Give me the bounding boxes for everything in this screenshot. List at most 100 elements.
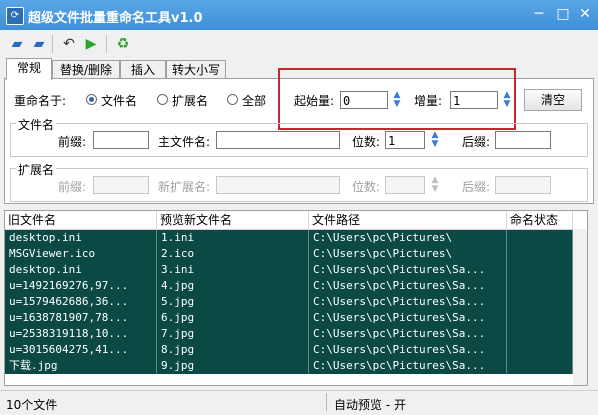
tab-insert[interactable]: 插入 bbox=[120, 60, 166, 79]
table-row[interactable]: desktop.ini 3.ini C:\Users\pc\Pictures\Sa.… bbox=[5, 262, 573, 278]
ext-suffix-label: 后缀: bbox=[462, 180, 491, 194]
app-icon: ⟳ bbox=[6, 7, 24, 25]
radio-all[interactable] bbox=[227, 94, 238, 105]
ext-prefix-input bbox=[93, 176, 149, 194]
column-path[interactable]: 文件路径 bbox=[309, 211, 507, 229]
prefix-label: 前缀: bbox=[58, 135, 87, 149]
toolbar-divider bbox=[106, 35, 107, 53]
table-row[interactable]: u=2538319118,10... 7.jpg C:\Users\pc\Pictu… bbox=[5, 326, 573, 342]
status-bar bbox=[0, 390, 598, 415]
cell-old-name: MSGViewer.ico bbox=[5, 246, 157, 262]
cell-path: C:\Users\pc\Pictures\Sa... bbox=[309, 262, 507, 278]
table-row[interactable]: u=1579462686,36... 5.jpg C:\Users\pc\Pictu… bbox=[5, 294, 573, 310]
new-ext-input bbox=[216, 176, 340, 194]
tab-replace-delete[interactable]: 替换/删除 bbox=[52, 60, 120, 79]
toolbar-divider bbox=[52, 35, 53, 53]
file-list-header: 旧文件名 预览新文件名 文件路径 命名状态 bbox=[5, 211, 587, 230]
cell-new-name: 4.jpg bbox=[157, 278, 309, 294]
cell-path: C:\Users\pc\Pictures\Sa... bbox=[309, 310, 507, 326]
tab-general[interactable]: 常规 bbox=[6, 58, 52, 80]
file-list[interactable]: 旧文件名 预览新文件名 文件路径 命名状态 desktop.ini 1.ini C:… bbox=[4, 210, 588, 386]
recycle-icon[interactable]: ♻ bbox=[114, 36, 132, 52]
ext-digits-spinner: ▲ ▼ bbox=[431, 175, 439, 194]
cell-status bbox=[507, 278, 573, 294]
extension-group-title: 扩展名 bbox=[16, 161, 57, 178]
highlight-box bbox=[278, 68, 516, 130]
cell-path: C:\Users\pc\Pictures\Sa... bbox=[309, 294, 507, 310]
cell-path: C:\Users\pc\Pictures\ bbox=[309, 230, 507, 246]
cell-new-name: 3.ini bbox=[157, 262, 309, 278]
undo-icon[interactable]: ↶ bbox=[60, 36, 78, 52]
cell-status bbox=[507, 310, 573, 326]
table-row[interactable]: u=1492169276,97... 4.jpg C:\Users\pc\Pictu… bbox=[5, 278, 573, 294]
cell-new-name: 9.jpg bbox=[157, 358, 309, 374]
cell-status bbox=[507, 262, 573, 278]
radio-filename[interactable] bbox=[86, 94, 97, 105]
tab-case[interactable]: 转大小写 bbox=[166, 60, 226, 79]
vertical-scrollbar[interactable] bbox=[573, 229, 587, 385]
cell-new-name: 5.jpg bbox=[157, 294, 309, 310]
cell-old-name: u=2538319118,10... bbox=[5, 326, 157, 342]
cell-new-name: 1.ini bbox=[157, 230, 309, 246]
cell-new-name: 8.jpg bbox=[157, 342, 309, 358]
table-row[interactable]: 下载.jpg 9.jpg C:\Users\pc\Pictures\Sa... bbox=[5, 358, 573, 374]
cell-status bbox=[507, 342, 573, 358]
suffix-label: 后缀: bbox=[462, 135, 491, 149]
radio-extension-label[interactable]: 扩展名 bbox=[172, 92, 208, 109]
radio-all-label[interactable]: 全部 bbox=[242, 92, 266, 109]
cell-old-name: desktop.ini bbox=[5, 230, 157, 246]
clear-button[interactable]: 清空 bbox=[524, 89, 582, 111]
cell-path: C:\Users\pc\Pictures\ bbox=[309, 246, 507, 262]
cell-old-name: desktop.ini bbox=[5, 262, 157, 278]
cell-status bbox=[507, 230, 573, 246]
cell-status bbox=[507, 326, 573, 342]
cell-old-name: u=1638781907,78... bbox=[5, 310, 157, 326]
cell-path: C:\Users\pc\Pictures\Sa... bbox=[309, 326, 507, 342]
main-name-label: 主文件名: bbox=[158, 135, 211, 149]
cell-new-name: 7.jpg bbox=[157, 326, 309, 342]
status-separator bbox=[326, 393, 327, 411]
ext-prefix-label: 前缀: bbox=[58, 180, 87, 194]
close-button[interactable]: ✕ bbox=[574, 4, 596, 24]
table-row[interactable]: u=1638781907,78... 6.jpg C:\Users\pc\Pictu… bbox=[5, 310, 573, 326]
suffix-input[interactable] bbox=[495, 131, 551, 149]
radio-filename-label[interactable]: 文件名 bbox=[101, 92, 137, 109]
main-name-input[interactable] bbox=[216, 131, 340, 149]
rename-to-label: 重命名于: bbox=[14, 94, 67, 108]
maximize-button[interactable]: □ bbox=[552, 4, 574, 24]
cell-status bbox=[507, 246, 573, 262]
cell-status bbox=[507, 358, 573, 374]
column-old-name[interactable]: 旧文件名 bbox=[5, 211, 157, 229]
prefix-input[interactable] bbox=[93, 131, 149, 149]
ext-suffix-input bbox=[495, 176, 551, 194]
cell-status bbox=[507, 294, 573, 310]
radio-extension[interactable] bbox=[157, 94, 168, 105]
table-row[interactable]: u=3015604275,41... 8.jpg C:\Users\pc\Pictu… bbox=[5, 342, 573, 358]
auto-preview-status: 自动预览 - 开 bbox=[334, 398, 406, 412]
cell-path: C:\Users\pc\Pictures\Sa... bbox=[309, 342, 507, 358]
filename-group-title: 文件名 bbox=[16, 116, 57, 133]
cell-path: C:\Users\pc\Pictures\Sa... bbox=[309, 278, 507, 294]
run-icon[interactable]: ▶ bbox=[82, 36, 100, 52]
cell-old-name: u=1492169276,97... bbox=[5, 278, 157, 294]
table-row[interactable]: MSGViewer.ico 2.ico C:\Users\pc\Pictures\ bbox=[5, 246, 573, 262]
cell-new-name: 2.ico bbox=[157, 246, 309, 262]
window-title: 超级文件批量重命名工具v1.0 bbox=[28, 11, 203, 26]
open-files-icon[interactable]: ▰ bbox=[30, 36, 48, 52]
cell-old-name: u=1579462686,36... bbox=[5, 294, 157, 310]
new-ext-label: 新扩展名: bbox=[158, 180, 211, 194]
cell-new-name: 6.jpg bbox=[157, 310, 309, 326]
ext-digits-label: 位数: bbox=[352, 180, 381, 194]
cell-old-name: 下载.jpg bbox=[5, 358, 157, 374]
column-status[interactable]: 命名状态 bbox=[507, 211, 573, 229]
open-folder-icon[interactable]: ▰ bbox=[8, 36, 26, 52]
digits-input[interactable]: 1 bbox=[385, 131, 425, 149]
digits-label: 位数: bbox=[352, 135, 381, 149]
table-row[interactable]: desktop.ini 1.ini C:\Users\pc\Pictures\ bbox=[5, 230, 573, 246]
minimize-button[interactable]: ─ bbox=[528, 4, 550, 24]
ext-digits-input bbox=[385, 176, 425, 194]
file-count: 10个文件 bbox=[6, 398, 58, 412]
digits-spinner[interactable]: ▲ ▼ bbox=[428, 131, 442, 149]
cell-path: C:\Users\pc\Pictures\Sa... bbox=[309, 358, 507, 374]
column-new-name[interactable]: 预览新文件名 bbox=[157, 211, 309, 229]
